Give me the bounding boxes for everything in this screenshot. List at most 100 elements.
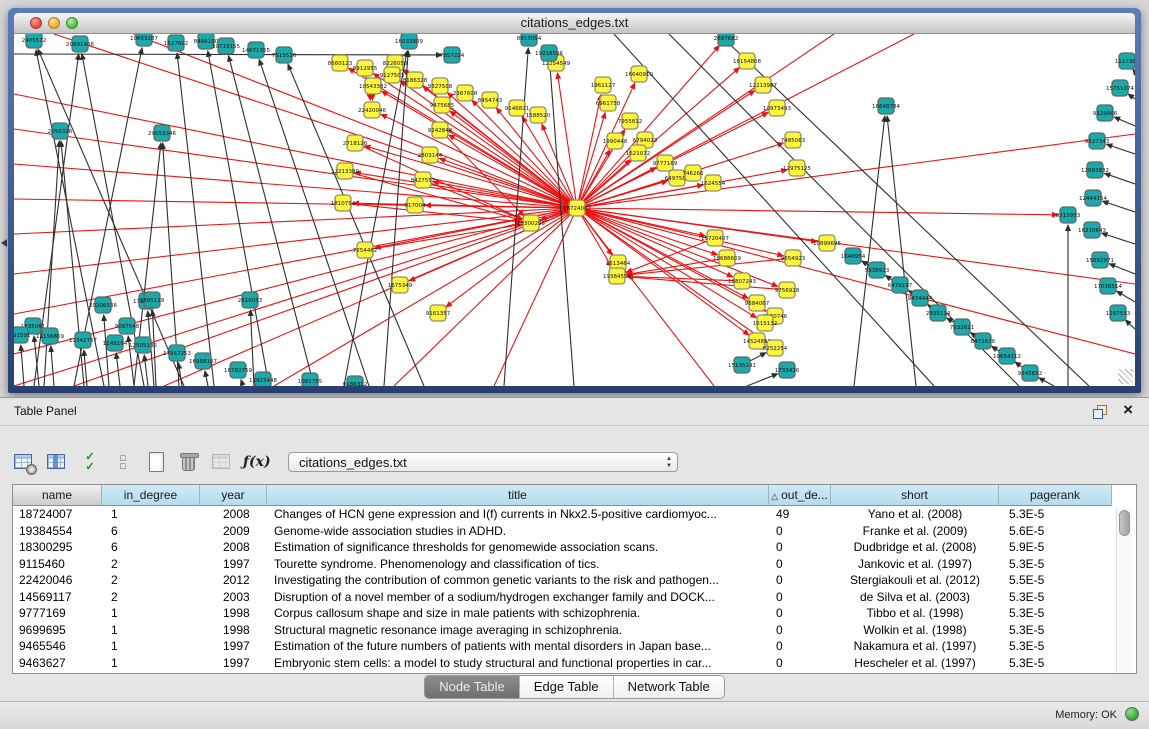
column-header-title[interactable]: title	[267, 485, 769, 506]
graph-node[interactable]: 16782759	[224, 362, 252, 378]
table-row[interactable]: 977716911998Corpus callosum shape and si…	[13, 605, 1136, 622]
graph-node[interactable]: 20891406	[66, 36, 94, 52]
graph-node[interactable]: 12213987	[749, 77, 777, 93]
scrollbar-thumb[interactable]	[1119, 510, 1130, 536]
graph-node[interactable]: 1588520	[526, 107, 551, 123]
graph-node[interactable]: 15692971	[1086, 252, 1114, 268]
graph-node[interactable]: 1081755	[298, 373, 323, 386]
graph-node[interactable]: 12505135	[129, 337, 157, 353]
graph-node[interactable]: 2687682	[714, 34, 739, 46]
graph-node[interactable]: 9475685	[430, 97, 455, 113]
minimize-button[interactable]	[48, 17, 60, 29]
graph-node[interactable]: 1961127	[591, 77, 616, 93]
table-row[interactable]: 1456911722003Disruption of a novel membe…	[13, 589, 1136, 606]
graph-node[interactable]: 14671355	[242, 42, 270, 58]
graph-node[interactable]: 12444154	[1079, 190, 1107, 206]
graph-node[interactable]: 2405572	[22, 34, 47, 48]
graph-node[interactable]: 6961758	[596, 95, 621, 111]
graph-node[interactable]: 8252254	[763, 340, 788, 356]
graph-node[interactable]: 9474444	[908, 290, 933, 306]
tab-network-table[interactable]: Network Table	[613, 676, 724, 698]
graph-node[interactable]: 2367608	[453, 85, 478, 101]
graph-node[interactable]: 1895129	[140, 292, 165, 308]
show-columns-icon[interactable]	[45, 450, 69, 474]
function-builder-icon[interactable]: ƒ(x)	[243, 450, 267, 474]
graph-node[interactable]: 1527602	[164, 35, 189, 51]
new-table-icon[interactable]	[144, 450, 168, 474]
window-resize-grip[interactable]	[1118, 369, 1133, 384]
close-panel-icon[interactable]	[1123, 400, 1133, 420]
graph-node[interactable]: 7485063	[781, 132, 806, 148]
graph-node[interactable]: 9756928	[775, 282, 800, 298]
table-row[interactable]: 969969511998Structural magnetic resonanc…	[13, 622, 1136, 639]
graph-node[interactable]: 10653287	[130, 34, 158, 46]
graph-node[interactable]: 12093832	[1081, 162, 1109, 178]
graph-node[interactable]: 9245652	[1018, 365, 1043, 381]
unselect-all-icon[interactable]: □ □	[111, 450, 135, 474]
graph-node[interactable]: 2616053	[238, 292, 263, 308]
graph-node[interactable]: 8813054	[517, 34, 542, 46]
graph-node[interactable]: 16154808	[733, 53, 761, 69]
graph-node[interactable]: 746266	[683, 165, 704, 181]
table-row[interactable]: 946554611997Estimation of the future num…	[13, 638, 1136, 655]
graph-node[interactable]: 1990448	[603, 133, 628, 149]
graph-node[interactable]: 16648784	[872, 98, 900, 114]
delete-table-icon[interactable]	[177, 450, 201, 474]
column-header-short[interactable]: short	[831, 485, 999, 506]
graph-node[interactable]: 9186312	[343, 376, 368, 386]
graph-node[interactable]: 9654923	[781, 250, 806, 266]
memory-status-indicator[interactable]	[1125, 707, 1139, 721]
graph-node[interactable]: 7857224	[440, 47, 465, 63]
graph-node[interactable]: 9684067	[745, 295, 770, 311]
window-titlebar[interactable]: citations_edges.txt	[14, 13, 1135, 34]
graph-node[interactable]: 10973493	[763, 100, 791, 116]
graph-node[interactable]: 9161357	[426, 305, 451, 321]
table-scrollbar[interactable]	[1116, 508, 1132, 673]
graph-node[interactable]: 22420046	[358, 102, 386, 118]
graph-node[interactable]: 1733426	[775, 362, 800, 378]
float-panel-icon[interactable]	[1093, 405, 1107, 418]
graph-node[interactable]: 16640910	[625, 66, 653, 82]
graph-node[interactable]: 1117304	[1115, 53, 1135, 69]
graph-node[interactable]: 9329966	[1093, 105, 1118, 121]
graph-node[interactable]: 16958107	[189, 353, 217, 369]
table-row[interactable]: 911546021997Tourette syndrome. Phenomeno…	[13, 556, 1136, 573]
panel-collapse-arrow-icon[interactable]	[1, 239, 7, 247]
graph-node[interactable]: 7955812	[618, 113, 643, 129]
graph-node[interactable]: 7515526	[272, 47, 297, 63]
graph-node[interactable]: 16210643	[1078, 222, 1106, 238]
graph-node[interactable]: 1167533	[1106, 305, 1131, 321]
column-header-pagerank[interactable]: pagerank	[999, 485, 1112, 506]
table-select[interactable]: citations_edges.txt	[288, 452, 678, 472]
column-header-name[interactable]: name	[13, 485, 102, 506]
graph-node[interactable]: 9227343	[1085, 133, 1110, 149]
graph-node[interactable]: 15751074	[1106, 80, 1134, 96]
network-canvas[interactable]: 1872400718300295866012389129558226058912…	[14, 33, 1135, 386]
graph-node[interactable]: 1145194	[103, 335, 128, 351]
table-row[interactable]: 2242004622012Investigating the contribut…	[13, 572, 1136, 589]
graph-node[interactable]: 9097548	[115, 318, 140, 334]
graph-node[interactable]: 8215953	[1056, 207, 1081, 223]
select-all-icon[interactable]: ✓ ✓	[78, 450, 102, 474]
tab-node-table[interactable]: Node Table	[425, 676, 519, 698]
graph-node[interactable]: 9327508	[428, 78, 453, 94]
column-header-out_de[interactable]: △out_de...	[769, 485, 831, 506]
graph-node[interactable]: 29053346	[148, 125, 176, 141]
graph-node[interactable]: 1810754	[331, 195, 356, 211]
network-graph[interactable]: 1872400718300295866012389129558226058912…	[14, 34, 1135, 386]
graph-node[interactable]: 15720407	[701, 230, 729, 246]
graph-node[interactable]: 2803144	[418, 147, 443, 163]
table-row[interactable]: 1830029562008Estimation of significance …	[13, 539, 1136, 556]
column-header-year[interactable]: year	[200, 485, 267, 506]
table-mode-icon[interactable]	[12, 450, 36, 474]
graph-node[interactable]: 1675349	[388, 277, 413, 293]
graph-node[interactable]: 8454743	[478, 92, 503, 108]
graph-node[interactable]: 16033809	[395, 34, 423, 49]
zoom-button[interactable]	[66, 17, 78, 29]
graph-node[interactable]: 10899695	[813, 235, 841, 251]
close-button[interactable]	[30, 17, 42, 29]
graph-node[interactable]: 19384554	[603, 268, 631, 284]
table-row[interactable]: 1872400712008Changes of HCN gene express…	[13, 506, 1136, 523]
tab-edge-table[interactable]: Edge Table	[519, 676, 613, 698]
graph-node[interactable]: 7254462	[353, 242, 378, 258]
